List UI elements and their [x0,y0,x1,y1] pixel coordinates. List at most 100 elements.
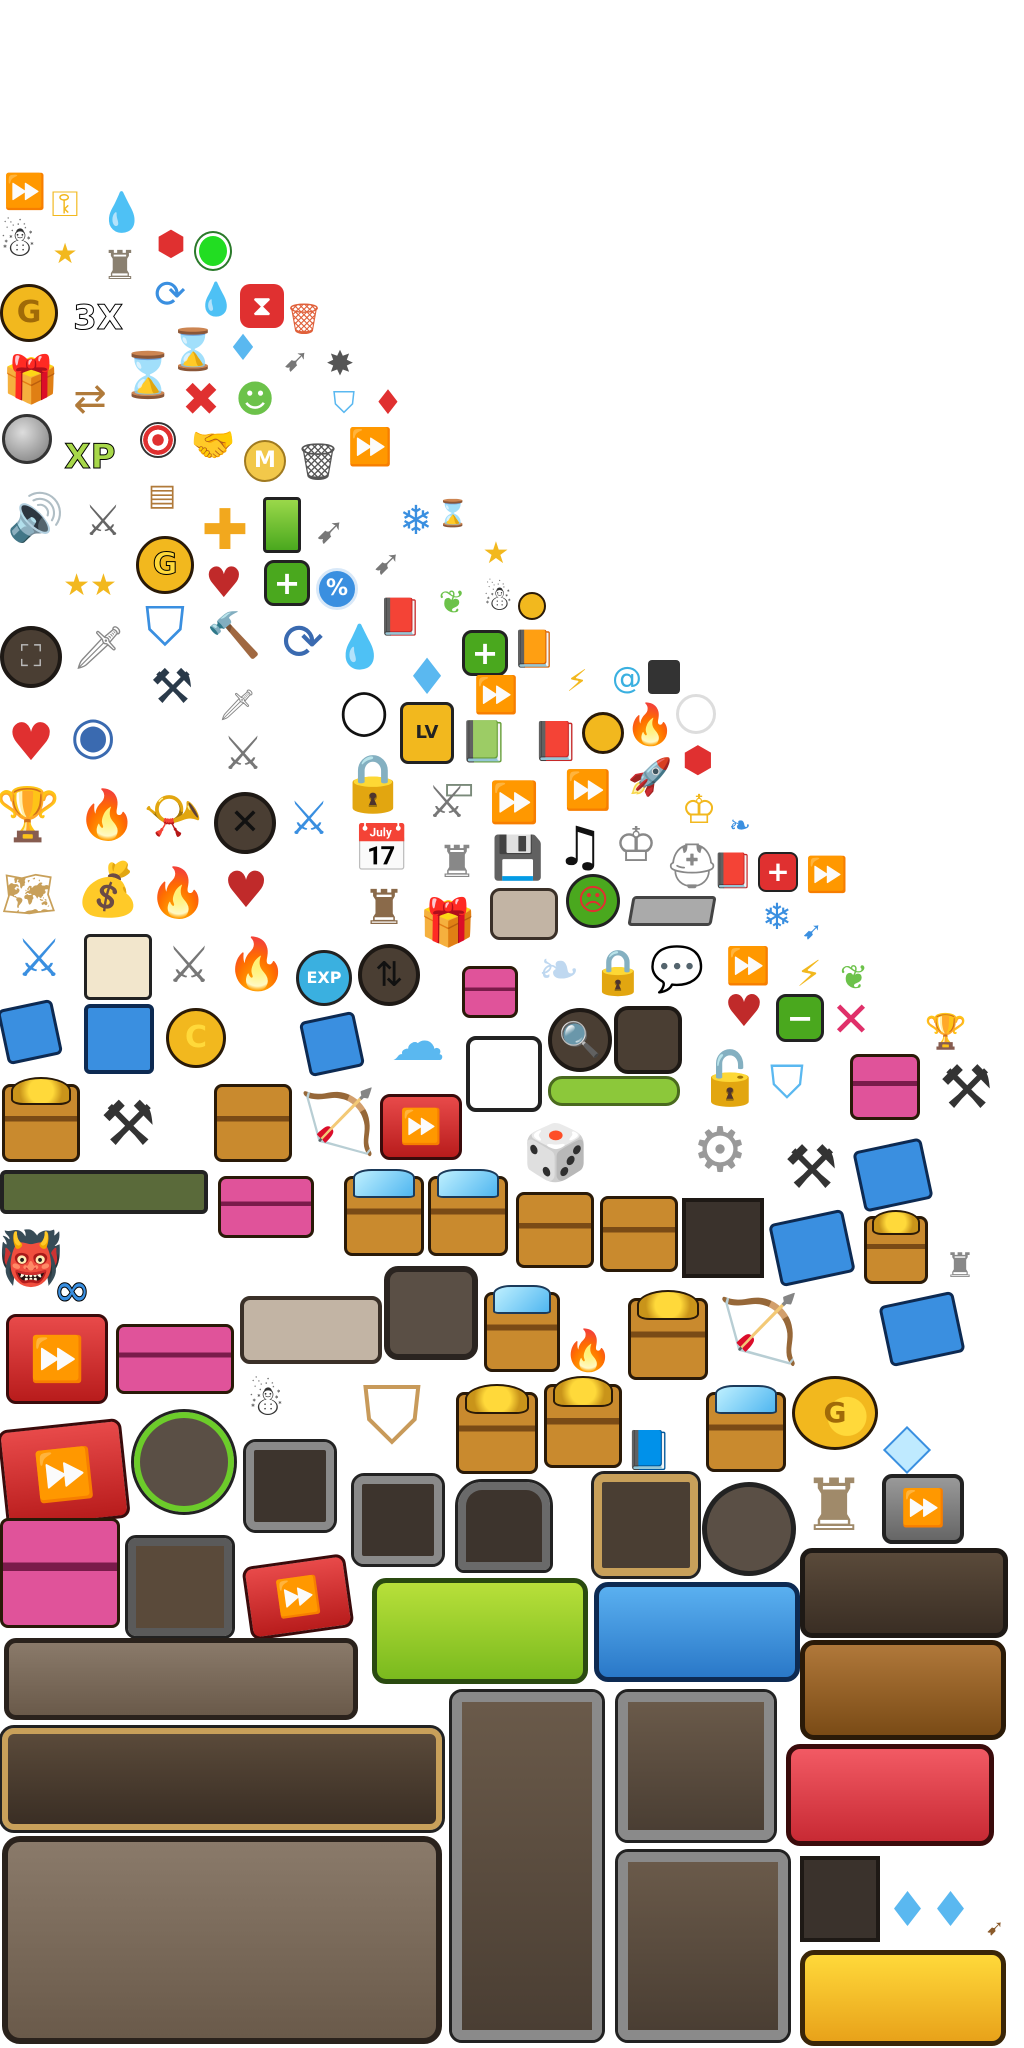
handshake-icon: 🤝 [190,425,236,466]
sword-chest [214,1084,292,1162]
gold-frame [591,1471,701,1579]
gem-pile-icon: ♦♦ [885,1882,973,1938]
sword-chest [600,1196,678,1272]
spiky-star-icon: ✸ [325,344,355,384]
stone-frame-small [243,1439,337,1533]
round-panel [131,1409,237,1515]
triple-speed-label: 3X [73,298,124,338]
tower-upgrade-icon: ♜ [801,1463,867,1547]
fast-forward-icon: ⏩ [725,946,771,987]
heart-icon: ♥ [205,558,243,607]
coin-stack-icon: G [792,1376,878,1450]
hourglass-badge-icon: ⧗ [240,284,284,328]
arrow-icon: ➹ [282,341,310,379]
gift-box-icon: 🎁 [419,895,477,949]
gold-chest [2,1076,80,1162]
speaker-icon: 🔊 [7,490,65,544]
crossed-swords-icon: ⚔ [84,496,122,545]
crossed-swords-icon: ⚔ [222,726,264,780]
stone-tower-icon: ♜ [437,837,477,888]
dark-wood-bar [0,1725,445,1833]
stone-frame-square [615,1689,777,1843]
hammer-icon: 🔨 [206,610,262,661]
target-icon [140,422,176,458]
crossed-swords-icon: ⚔ [15,929,63,989]
hourglass-icon: ⌛ [168,327,218,373]
floppy-disk-icon [84,1004,154,1074]
dark-panel [682,1198,764,1278]
anvil-fire-icon: ⚒ [939,1053,993,1123]
large-stone-panel [2,1836,442,2044]
gold-chest [628,1290,708,1380]
checklist-icon [84,934,152,1000]
anvil-icon: ⚒ [150,659,194,715]
pouch-icon: 💰 [75,860,141,920]
xp-plus-icon: XP [64,437,116,477]
battery-icon [262,496,302,554]
tall-stone-frame [449,1689,605,2043]
lock-icon: 🔓 [697,1049,763,1109]
crossed-swords-icon: ⚔ [288,791,330,845]
tower-icon: ♜ [102,243,138,289]
close-icon: ✕ [830,992,872,1048]
floppy-disk-icon: 💾 [491,833,545,882]
cards-icon [0,998,64,1066]
cards-icon [298,1010,366,1078]
red-button[interactable] [786,1744,994,1846]
plus-button-icon: + [462,630,508,676]
close-round-icon: ✕ [214,792,276,854]
red-gem-icon: ⬢ [156,224,186,264]
grey-fast-forward-button: ⏩ [882,1474,964,1544]
shield-icon: ⛉ [332,386,356,421]
fast-forward-icon: ⏩ [564,768,612,812]
m-badge-icon: M [244,440,286,482]
dark-frame [384,1266,478,1360]
gold-coin-plus-icon: G [0,284,58,342]
wing-icon: ❧ [538,941,580,999]
fast-forward-icon: ⏩ [489,780,539,826]
star-icon: ★ [482,536,510,571]
bomb-ring-icon: ◯ [339,686,389,737]
cards-icon [878,1290,966,1368]
stone-button [240,1296,382,1364]
fire-book-icon: 📕 [532,719,580,763]
trash-icon: 🗑 [295,442,341,483]
gold-coin-icon: G [136,536,194,594]
gem-chest [706,1384,786,1472]
stone-banner [4,1638,358,1720]
round-dark-button [702,1482,796,1576]
book-icon: 📙 [511,629,557,670]
minus-button-icon: − [776,994,824,1042]
gold-chest [544,1376,622,1468]
fast-forward-button: ⏩ [6,1314,108,1404]
arrow-icon: ➹ [372,543,402,583]
stick-figure-icon: ☃ [247,1376,285,1425]
snowflake-icon: ❄ [399,498,433,544]
percent-icon: % [316,568,358,610]
tower-icon: ♜ [362,880,406,936]
fast-forward-button: ⏩ [241,1553,355,1641]
stone-frame-small [351,1473,445,1567]
chat-icon: 💬 [649,944,705,995]
leaf-icon: ❦ [438,583,466,621]
sword-chest [516,1192,594,1268]
red-gem-icon: ⬢ [682,740,714,781]
green-button[interactable] [372,1578,588,1684]
wing-small-icon: ❧ [729,811,751,841]
stick-figure-icon: ☃ [0,217,37,266]
gem-chest [428,1168,508,1256]
tower-icon: ♜ [944,1246,976,1286]
sword-icon: 🗡 [72,623,126,672]
goblin-icon: ☹ [566,874,620,928]
blue-button[interactable] [594,1582,800,1682]
yellow-button[interactable] [800,1950,1006,2046]
exp-orb-icon: EXP [296,950,352,1006]
arrow-icon: ➹ [985,1916,1005,1941]
heart-arrow-icon: ♥ [724,986,764,1037]
pink-chest-pair [218,1176,314,1238]
fast-forward-button: ⏩ [0,1417,131,1531]
brown-button[interactable] [800,1640,1006,1740]
gold-coin-icon: C [166,1008,226,1068]
fast-forward-button: ⏩ [380,1094,462,1160]
stone-frame-square [615,1849,791,2043]
